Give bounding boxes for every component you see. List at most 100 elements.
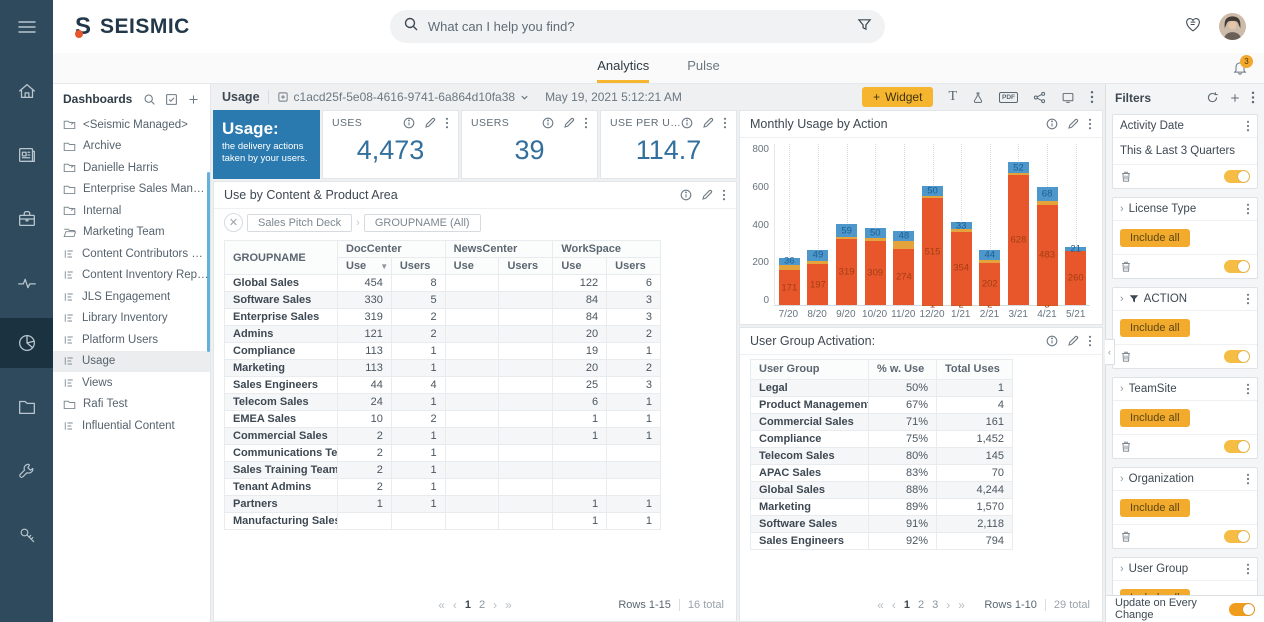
next-page-icon[interactable]: ›	[493, 598, 497, 612]
bar-1/21[interactable]: 235433	[947, 144, 976, 305]
global-search[interactable]	[390, 10, 885, 43]
sidebar-item[interactable]: Influential Content	[53, 415, 210, 437]
filters-collapse-handle[interactable]: ‹	[1105, 339, 1115, 365]
col-workspace-users[interactable]: Users	[607, 258, 661, 275]
flask-icon[interactable]	[972, 91, 984, 104]
table-row[interactable]: Legal 50% 1	[751, 380, 1013, 397]
kebab-icon[interactable]	[1246, 383, 1250, 395]
table-row[interactable]: Compliance 75% 1,452	[751, 431, 1013, 448]
kebab-icon[interactable]	[1251, 91, 1255, 104]
briefcase-icon[interactable]	[0, 194, 53, 244]
table-row[interactable]: Sales Engineers 44 4 25 3	[225, 377, 661, 394]
user-avatar[interactable]	[1219, 13, 1246, 40]
kebab-icon[interactable]	[584, 117, 588, 129]
kebab-icon[interactable]	[1246, 293, 1250, 305]
expand-chevron-icon[interactable]: ›	[1120, 383, 1124, 395]
prev-page-icon[interactable]: ‹	[453, 598, 457, 612]
sidebar-item[interactable]: Content Contributors Rep...	[53, 243, 210, 265]
kebab-icon[interactable]	[1246, 120, 1250, 132]
trash-icon[interactable]	[1120, 170, 1132, 183]
page-number[interactable]: 1	[465, 599, 471, 611]
table-row[interactable]: APAC Sales 83% 70	[751, 465, 1013, 482]
tab-analytics[interactable]: Analytics	[597, 58, 649, 83]
trash-icon[interactable]	[1120, 350, 1132, 363]
search-filter-icon[interactable]	[857, 17, 872, 37]
bar-3/21[interactable]: 62852	[1004, 144, 1033, 305]
col-newscenter-use[interactable]: Use	[445, 258, 499, 275]
info-icon[interactable]	[1046, 335, 1058, 347]
dashboard-id-dropdown[interactable]: c1acd25f-5e08-4616-9741-6a864d10fa38	[277, 90, 530, 104]
tab-pulse[interactable]: Pulse	[687, 58, 720, 83]
table-row[interactable]: Marketing 113 1 20 2	[225, 360, 661, 377]
edit-pencil-icon[interactable]	[424, 117, 436, 129]
filter-toggle[interactable]	[1224, 170, 1250, 183]
home-icon[interactable]	[0, 66, 53, 116]
col-doccenter-use[interactable]: Use▼	[338, 258, 392, 275]
col-doccenter-users[interactable]: Users	[391, 258, 445, 275]
notifications-bell-icon[interactable]: 3	[1232, 59, 1248, 81]
table-row[interactable]: Commercial Sales 2 1 1 1	[225, 428, 661, 445]
sidebar-item[interactable]: Archive	[53, 136, 210, 158]
heart-list-icon[interactable]	[1183, 15, 1203, 39]
bar-11/20[interactable]: 27448	[890, 144, 919, 305]
sidebar-add-icon[interactable]	[187, 93, 200, 106]
info-icon[interactable]	[403, 117, 415, 129]
page-number[interactable]: 2	[918, 599, 924, 611]
trash-icon[interactable]	[1120, 530, 1132, 543]
bar-5/21[interactable]: 26021	[1061, 144, 1090, 305]
page-number[interactable]: 1	[904, 599, 910, 611]
expand-chevron-icon[interactable]: ›	[1120, 203, 1124, 215]
expand-chevron-icon[interactable]: ›	[1120, 293, 1124, 305]
include-all-chip[interactable]: Include all	[1120, 319, 1190, 337]
prev-page-icon[interactable]: ‹	[892, 598, 896, 612]
trash-icon[interactable]	[1120, 260, 1132, 273]
next-page-icon[interactable]: ›	[946, 598, 950, 612]
sidebar-item[interactable]: Library Inventory	[53, 308, 210, 330]
filter-card-header[interactable]: Activity Date	[1113, 115, 1257, 137]
page-number[interactable]: 3	[932, 599, 938, 611]
table-row[interactable]: Enterprise Sales 319 2 84 3	[225, 309, 661, 326]
sidebar-item[interactable]: Content Inventory Report	[53, 265, 210, 287]
table-row[interactable]: Telecom Sales 80% 145	[751, 448, 1013, 465]
table-row[interactable]: Admins 121 2 20 2	[225, 326, 661, 343]
info-icon[interactable]	[542, 117, 554, 129]
bar-8/20[interactable]: 19749	[804, 144, 833, 305]
first-page-icon[interactable]: «	[877, 598, 884, 612]
filter-value[interactable]: This & Last 3 Quarters	[1113, 137, 1257, 164]
header-kebab-icon[interactable]	[1090, 90, 1094, 104]
trash-icon[interactable]	[1120, 440, 1132, 453]
filter-card-header[interactable]: › Organization	[1113, 468, 1257, 490]
sidebar-item[interactable]: Danielle Harris	[53, 157, 210, 179]
last-page-icon[interactable]: »	[505, 598, 512, 612]
table-row[interactable]: Partners 1 1 1 1	[225, 496, 661, 513]
sidebar-item[interactable]: Usage	[53, 351, 210, 373]
edit-pencil-icon[interactable]	[702, 117, 714, 129]
kebab-icon[interactable]	[722, 189, 726, 201]
table-row[interactable]: Product Management 67% 4	[751, 397, 1013, 414]
news-icon[interactable]	[0, 130, 53, 180]
content-folder-icon[interactable]	[0, 382, 53, 432]
kebab-icon[interactable]	[1246, 563, 1250, 575]
access-key-icon[interactable]	[0, 510, 53, 560]
kebab-icon[interactable]	[1246, 473, 1250, 485]
table-row[interactable]: Commercial Sales 71% 161	[751, 414, 1013, 431]
sidebar-item[interactable]: Rafi Test	[53, 394, 210, 416]
edit-pencil-icon[interactable]	[563, 117, 575, 129]
info-icon[interactable]	[1046, 118, 1058, 130]
table-row[interactable]: Software Sales 91% 2,118	[751, 516, 1013, 533]
edit-pencil-icon[interactable]	[701, 189, 713, 201]
sidebar-item[interactable]: Internal	[53, 200, 210, 222]
sidebar-item[interactable]: Enterprise Sales Manager	[53, 179, 210, 201]
kebab-icon[interactable]	[1088, 335, 1092, 347]
col-workspace-use[interactable]: Use	[553, 258, 607, 275]
filter-toggle[interactable]	[1224, 350, 1250, 363]
bar-12/20[interactable]: 151550	[918, 144, 947, 305]
share-icon[interactable]	[1033, 91, 1046, 104]
include-all-chip[interactable]: Include all	[1120, 409, 1190, 427]
sidebar-search-icon[interactable]	[143, 93, 156, 106]
kebab-icon[interactable]	[1088, 118, 1092, 130]
text-widget-icon[interactable]: T	[948, 91, 957, 103]
table-row[interactable]: Tenant Admins 2 1	[225, 479, 661, 496]
menu-icon[interactable]	[0, 2, 53, 52]
filter-toggle[interactable]	[1224, 530, 1250, 543]
